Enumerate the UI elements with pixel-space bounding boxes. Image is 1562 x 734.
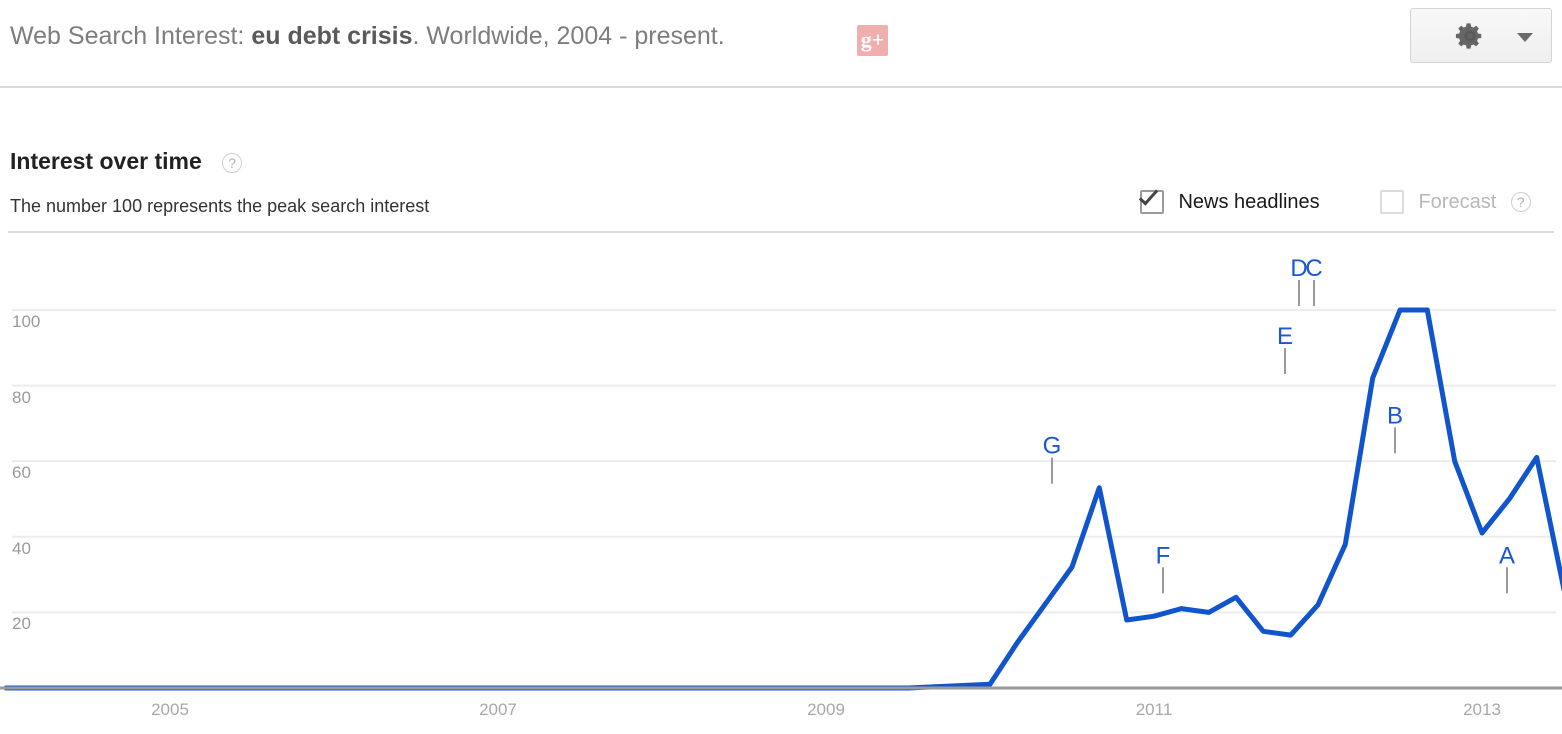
forecast-control[interactable]: Forecast ?	[1380, 190, 1531, 218]
page-title: Web Search Interest: eu debt crisis. Wor…	[10, 22, 725, 51]
chevron-down-icon[interactable]	[1517, 33, 1533, 42]
header-divider	[8, 231, 1554, 233]
forecast-checkbox[interactable]	[1380, 190, 1404, 214]
y-axis-tick-label: 80	[12, 387, 31, 407]
x-axis-tick-label: 2013	[1463, 700, 1501, 719]
news-marker-E[interactable]: E	[1277, 323, 1293, 350]
news-marker-A[interactable]: A	[1499, 542, 1515, 569]
news-marker-F[interactable]: F	[1156, 542, 1171, 569]
page-title-keyword: eu debt crisis	[251, 22, 413, 50]
news-markers-layer: GFEDCBA	[1043, 255, 1515, 594]
section-title-text: Interest over time	[10, 148, 202, 174]
settings-button[interactable]	[1410, 8, 1552, 63]
interest-over-time-chart[interactable]: GFEDCBA 20 40 60 80 100	[0, 246, 1562, 734]
series-line	[3, 307, 1562, 691]
google-plus-share-icon[interactable]: g+	[857, 25, 888, 56]
gear-icon	[1455, 23, 1482, 49]
page-title-suffix: . Worldwide, 2004 - present.	[412, 22, 725, 50]
chart-canvas[interactable]: GFEDCBA	[0, 246, 1562, 734]
x-axis-tick-label: 2005	[151, 700, 189, 719]
y-axis-tick-label: 40	[12, 538, 31, 558]
section-subtitle: The number 100 represents the peak searc…	[10, 196, 430, 216]
series-layer	[3, 307, 1562, 691]
x-axis-tick-label: 2009	[807, 700, 845, 719]
top-bar: Web Search Interest: eu debt crisis. Wor…	[0, 0, 1562, 88]
y-axis-tick-label: 100	[12, 312, 41, 331]
forecast-label: Forecast	[1418, 190, 1497, 213]
news-headlines-label: News headlines	[1178, 190, 1320, 213]
gridlines	[12, 309, 1556, 614]
section-title: Interest over time ?	[10, 148, 243, 175]
x-axis-tick-label: 2007	[479, 700, 517, 719]
news-marker-B[interactable]: B	[1387, 402, 1403, 429]
interest-over-time-help-icon[interactable]: ?	[222, 152, 243, 173]
x-axis-tick-label: 2011	[1135, 700, 1173, 719]
y-axis-tick-label: 60	[12, 463, 31, 483]
checkmark-icon	[1138, 185, 1159, 206]
page-title-prefix: Web Search Interest:	[10, 22, 252, 50]
news-marker-G[interactable]: G	[1043, 433, 1062, 460]
news-marker-C[interactable]: C	[1305, 255, 1322, 282]
y-axis-tick-label: 20	[12, 614, 31, 634]
news-headlines-checkbox[interactable]	[1138, 185, 1164, 214]
news-headlines-control[interactable]: News headlines	[1138, 185, 1320, 218]
forecast-help-icon[interactable]: ?	[1510, 192, 1531, 212]
